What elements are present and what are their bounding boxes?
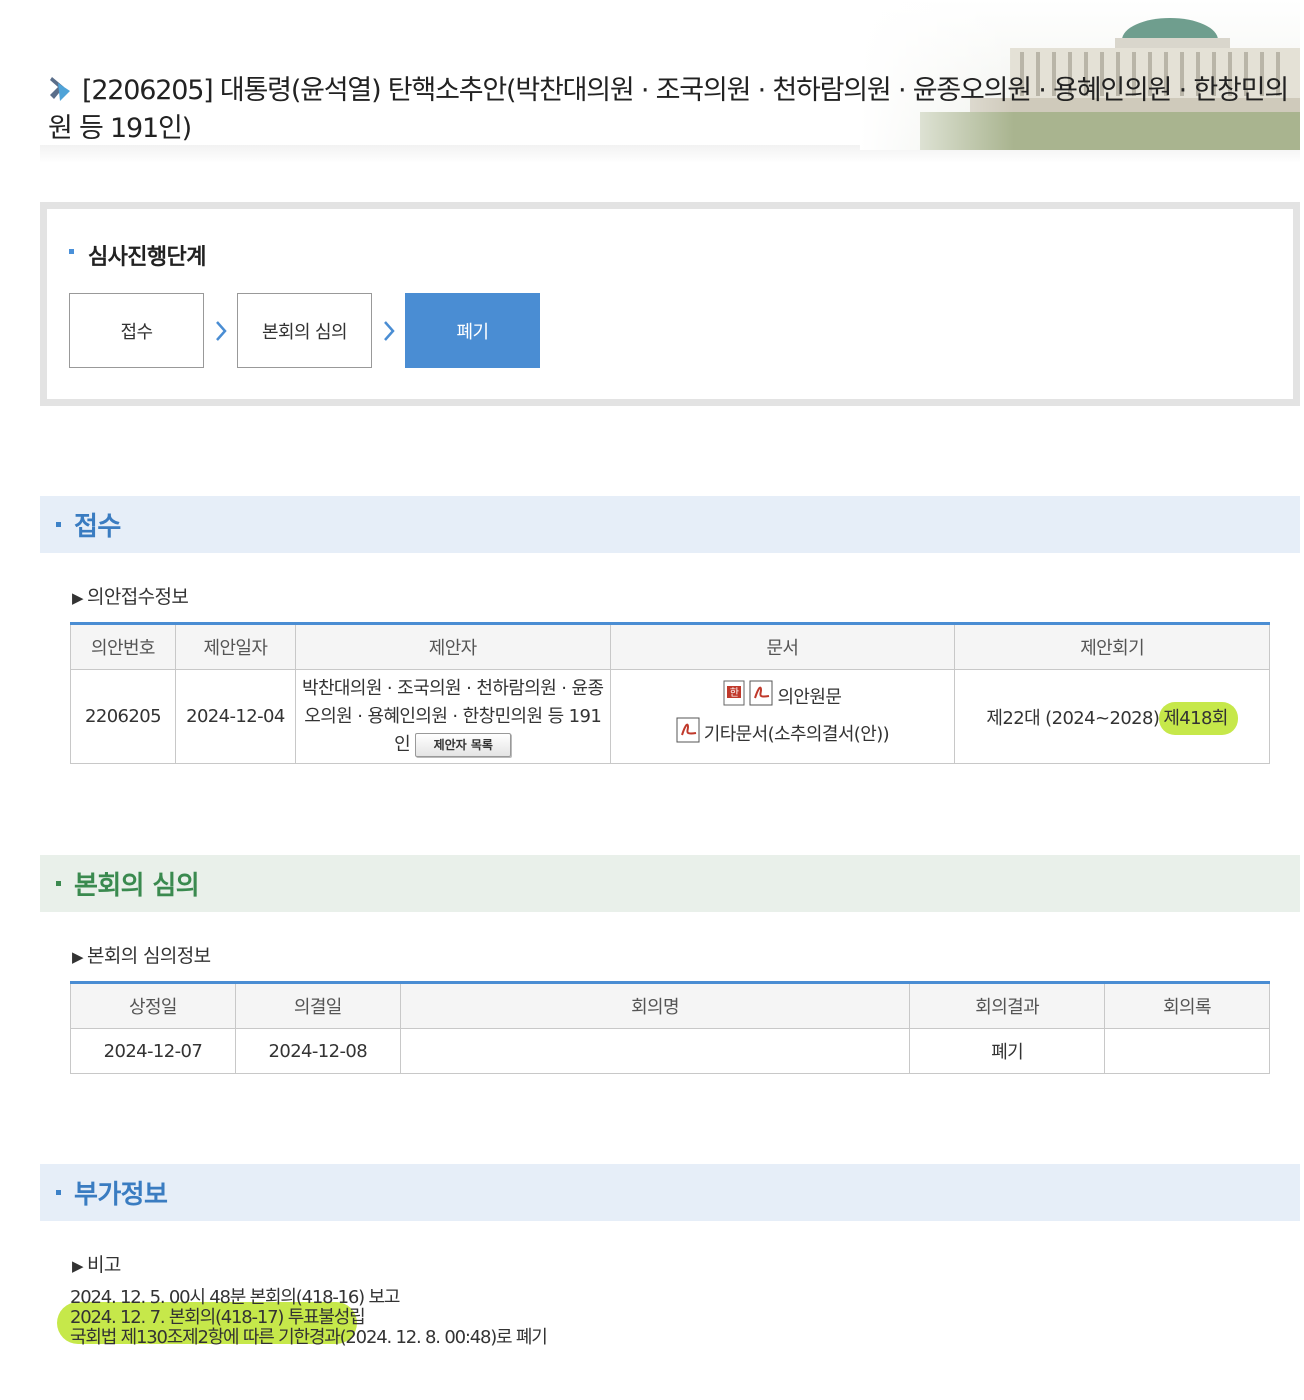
pdf-file-icon (676, 717, 702, 754)
section-title: 본회의 심의 (74, 871, 200, 901)
doc-original-link[interactable]: 한 의안원문 (611, 680, 955, 717)
presented-date: 2024-12-07 (70, 1028, 236, 1074)
step-reception[interactable]: 접수 (69, 293, 204, 368)
meeting-minutes (1104, 1028, 1270, 1074)
review-stage-panel: 심사진행단계 접수 본회의 심의 폐기 (40, 202, 1300, 406)
doc-other-link[interactable]: 기타문서(소추의결서(안)) (611, 717, 955, 754)
col-header: 제안일자 (174, 623, 296, 670)
section-plenary: 본회의 심의 (40, 855, 1300, 912)
section-title: 접수 (74, 512, 121, 542)
col-header: 회의명 (399, 982, 911, 1029)
subheading-reception-info: ▶ 의안접수정보 (72, 586, 189, 608)
bill-number: 2206205 (70, 669, 176, 764)
proposal-date: 2024-12-04 (174, 669, 296, 764)
reception-table: 의안번호 제안일자 제안자 문서 제안회기 2206205 2024-12-04… (70, 622, 1270, 764)
meeting-name (399, 1028, 911, 1074)
remarks-text: 2024. 12. 5. 00시 48분 본회의(418-16) 보고 2024… (70, 1287, 548, 1348)
table-header-row: 의안번호 제안일자 제안자 문서 제안회기 (70, 623, 1270, 670)
arrow-bullet-icon (48, 75, 74, 112)
bill-title-text: [2206205] 대통령(윤석열) 탄핵소추안(박찬대의원 · 조국의원 · … (48, 75, 1289, 144)
col-header: 상정일 (70, 982, 236, 1029)
plenary-table: 상정일 의결일 회의명 회의결과 회의록 2024-12-07 2024-12-… (70, 981, 1270, 1074)
bullet-icon (56, 881, 61, 886)
chevron-right-icon (372, 319, 405, 343)
triangle-bullet-icon: ▶ (72, 589, 84, 607)
subheading-remarks: ▶ 비고 (72, 1254, 121, 1276)
triangle-bullet-icon: ▶ (72, 1257, 84, 1275)
stage-heading: 심사진행단계 (69, 239, 206, 271)
section-reception: 접수 (40, 496, 1300, 553)
bill-title: [2206205] 대통령(윤석열) 탄핵소추안(박찬대의원 · 조국의원 · … (48, 74, 1289, 146)
session-text: 제22대 (2024~2028) (986, 707, 1160, 729)
remark-line: 2024. 12. 5. 00시 48분 본회의(418-16) 보고 (70, 1287, 400, 1308)
col-header: 제안자 (294, 623, 611, 670)
triangle-bullet-icon: ▶ (72, 948, 84, 966)
proposer-list-button[interactable]: 제안자 목록 (415, 732, 512, 757)
documents-cell: 한 의안원문 기타문서(소추의결서(안)) (609, 669, 956, 764)
chevron-right-icon (204, 319, 237, 343)
remark-line: 국회법 제130조제2항에 따른 기한경과(2024. 12. 8. 00:48… (70, 1327, 548, 1348)
proposer-cell: 박찬대의원 · 조국의원 · 천하람의원 · 윤종오의원 · 용혜인의원 · 한… (294, 669, 611, 764)
session-highlight: 제418회 (1159, 701, 1238, 735)
doc-other-label: 기타문서(소추의결서(안)) (703, 724, 890, 745)
col-header: 회의결과 (909, 982, 1106, 1029)
table-row: 2206205 2024-12-04 박찬대의원 · 조국의원 · 천하람의원 … (70, 669, 1270, 764)
table-row: 2024-12-07 2024-12-08 폐기 (70, 1028, 1270, 1074)
doc-original-label: 의안원문 (777, 687, 842, 708)
col-header: 제안회기 (954, 623, 1270, 670)
table-header-row: 상정일 의결일 회의명 회의결과 회의록 (70, 982, 1270, 1029)
meeting-result: 폐기 (909, 1028, 1106, 1074)
col-header: 회의록 (1104, 982, 1270, 1029)
session-cell: 제22대 (2024~2028) 제418회 (954, 669, 1270, 764)
pdf-file-icon (749, 680, 775, 717)
bullet-icon (56, 1190, 61, 1195)
section-title: 부가정보 (74, 1180, 168, 1210)
step-plenary[interactable]: 본회의 심의 (237, 293, 372, 368)
step-discarded[interactable]: 폐기 (405, 293, 540, 368)
stage-heading-text: 심사진행단계 (88, 245, 206, 270)
page-header: [2206205] 대통령(윤석열) 탄핵소추안(박찬대의원 · 조국의원 · … (40, 0, 1300, 165)
svg-text:한: 한 (730, 687, 739, 699)
remark-line: 2024. 12. 7. 본회의(418-17) 투표불성립 (70, 1307, 366, 1328)
section-additional: 부가정보 (40, 1164, 1300, 1221)
stage-steps: 접수 본회의 심의 폐기 (69, 293, 540, 368)
col-header: 문서 (609, 623, 956, 670)
bullet-icon (69, 249, 74, 254)
subheading-plenary-info: ▶ 본회의 심의정보 (72, 945, 211, 967)
col-header: 의결일 (234, 982, 401, 1029)
bullet-icon (56, 522, 61, 527)
hwp-file-icon: 한 (723, 680, 747, 717)
col-header: 의안번호 (70, 623, 176, 670)
decided-date: 2024-12-08 (234, 1028, 401, 1074)
